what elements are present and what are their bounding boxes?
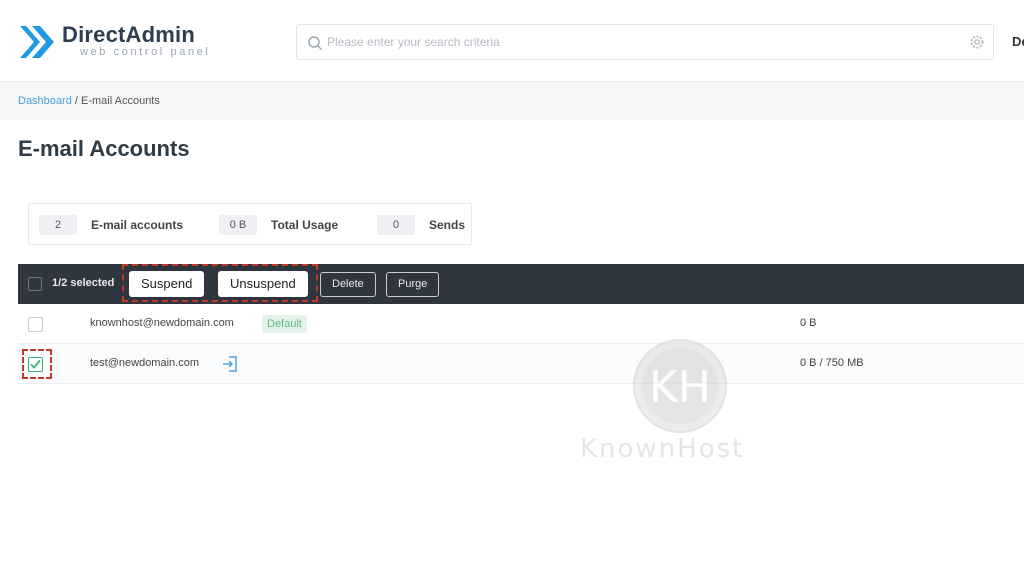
brand-tagline: web control panel xyxy=(80,46,211,58)
bulk-action-toolbar: 1/2 selected Suspend Unsuspend Delete Pu… xyxy=(18,264,1024,304)
stat-label: Sends xyxy=(429,218,466,232)
unsuspend-button[interactable]: Unsuspend xyxy=(218,271,308,297)
search-icon xyxy=(308,36,322,50)
app-root: DirectAdmin web control panel De Dashboa… xyxy=(0,0,1024,567)
knownhost-logo-icon: KH xyxy=(633,339,727,433)
delete-button[interactable]: Delete xyxy=(320,272,376,297)
table-row: test@newdomain.com 0 B / 750 MB xyxy=(18,344,1024,384)
user-menu[interactable]: De xyxy=(1012,34,1024,49)
purge-button[interactable]: Purge xyxy=(386,272,440,297)
svg-text:KH: KH xyxy=(649,362,711,413)
stat-total-usage: 0 B Total Usage xyxy=(219,214,338,236)
brand-name: DirectAdmin xyxy=(62,22,195,47)
stat-sends: 0 Sends xyxy=(377,214,465,236)
account-usage: 0 B / 750 MB xyxy=(800,357,864,369)
stat-label: E-mail accounts xyxy=(91,218,184,232)
breadcrumb-dashboard-link[interactable]: Dashboard xyxy=(18,95,72,107)
breadcrumb-separator: / xyxy=(71,95,81,107)
stat-value: 0 B xyxy=(219,215,257,235)
breadcrumb-bar: Dashboard / E-mail Accounts xyxy=(0,82,1024,120)
directadmin-logo[interactable]: DirectAdmin web control panel xyxy=(18,20,218,64)
account-email[interactable]: knownhost@newdomain.com xyxy=(90,317,234,329)
knownhost-watermark: KH KnownHost xyxy=(572,338,792,468)
suspend-button[interactable]: Suspend xyxy=(129,271,205,297)
table-row: knownhost@newdomain.com Default 0 B xyxy=(18,304,1024,344)
gear-icon[interactable] xyxy=(969,34,985,50)
select-all-checkbox[interactable] xyxy=(28,277,42,291)
stat-value: 2 xyxy=(39,215,77,235)
row-checkbox[interactable] xyxy=(28,317,43,332)
stat-label: Total Usage xyxy=(271,218,339,232)
breadcrumb-current: E-mail Accounts xyxy=(81,95,160,107)
checkmark-icon xyxy=(30,359,41,369)
search-input[interactable] xyxy=(327,25,947,59)
search-box xyxy=(296,24,994,60)
stat-value: 0 xyxy=(377,215,415,235)
breadcrumb: Dashboard / E-mail Accounts xyxy=(18,95,160,107)
top-header: DirectAdmin web control panel De xyxy=(0,0,1024,82)
account-usage: 0 B xyxy=(800,317,817,329)
stats-panel: 2 E-mail accounts 0 B Total Usage 0 Send… xyxy=(28,203,472,245)
stat-email-accounts: 2 E-mail accounts xyxy=(39,214,183,236)
watermark-text: KnownHost xyxy=(580,434,745,464)
account-email[interactable]: test@newdomain.com xyxy=(90,357,199,369)
page-title: E-mail Accounts xyxy=(18,136,190,161)
default-badge: Default xyxy=(262,315,307,333)
login-icon[interactable] xyxy=(221,355,239,373)
selected-count: 1/2 selected xyxy=(52,277,115,289)
directadmin-logo-icon xyxy=(20,26,54,58)
row-checkbox-checked[interactable] xyxy=(28,357,43,372)
